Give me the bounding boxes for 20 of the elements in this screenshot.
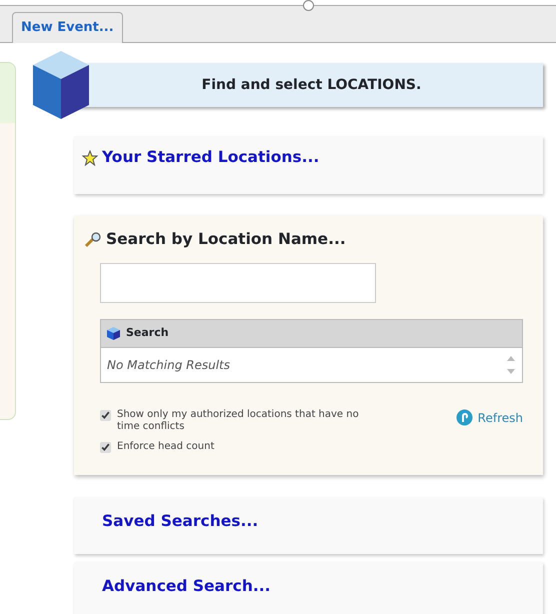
checkbox[interactable] xyxy=(100,410,111,421)
checkbox-label: Enforce head count xyxy=(117,440,214,453)
scrollbar-arrows-icon[interactable] xyxy=(506,354,516,376)
column-header: Search xyxy=(126,325,169,342)
cube-icon xyxy=(107,327,120,340)
checkbox[interactable] xyxy=(100,442,111,453)
resize-handle[interactable] xyxy=(303,0,314,11)
star-icon xyxy=(82,150,98,166)
cube-icon xyxy=(33,51,89,119)
empty-message: No Matching Results xyxy=(107,356,230,374)
starred-locations-link[interactable]: Your Starred Locations... xyxy=(102,146,320,170)
section-link[interactable]: Advanced Search... xyxy=(102,576,271,595)
section-title: Search by Location Name... xyxy=(106,229,346,250)
event-tab[interactable]: New Event... xyxy=(12,12,123,43)
checkbox-label: Show only my authorized locations that have no time conflicts xyxy=(117,408,360,433)
location-name-field[interactable] xyxy=(100,263,376,304)
refresh-link[interactable]: Refresh xyxy=(456,408,523,427)
magnifier-icon xyxy=(84,232,102,248)
section-link[interactable]: Saved Searches... xyxy=(102,512,258,530)
refresh-icon xyxy=(456,408,473,426)
